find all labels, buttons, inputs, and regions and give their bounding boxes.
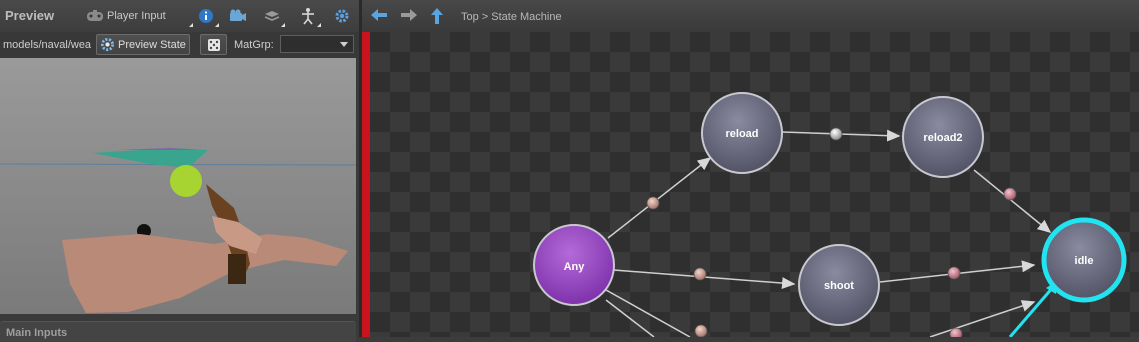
matgrp-select[interactable] (280, 35, 354, 53)
matgrp-label: MatGrp: (234, 39, 274, 51)
chevron-down-icon (340, 42, 348, 47)
selection-pointer (1008, 280, 1058, 337)
transition-handle[interactable] (949, 327, 963, 337)
skeleton-icon[interactable] (298, 6, 321, 27)
layers-icon[interactable] (262, 6, 285, 27)
model-render (0, 148, 356, 313)
preview-header: Preview Player Input (0, 0, 359, 33)
model-preview-viewport[interactable] (0, 58, 356, 314)
transition-reload-reload2[interactable] (781, 127, 901, 142)
model-path-label: models/naval/wea (3, 39, 92, 51)
transition-handle[interactable] (1003, 187, 1017, 201)
main-inputs-label: Main Inputs (6, 327, 68, 339)
dice-icon (207, 38, 221, 55)
up-arrow-icon[interactable] (430, 7, 444, 28)
forward-arrow-icon[interactable] (400, 8, 418, 25)
transition-handle[interactable] (829, 127, 843, 141)
breadcrumb[interactable]: Top > State Machine (461, 11, 562, 23)
dropdown-corner-icon[interactable] (170, 6, 193, 27)
camera-icon[interactable] (228, 6, 248, 26)
state-graph: reload reload2 Any shoot idle (533, 92, 1127, 337)
transition-lower-idle[interactable] (929, 300, 1036, 337)
transition-any-lower[interactable] (605, 289, 708, 337)
graph-boundary-bar (362, 32, 370, 337)
transition-handle[interactable] (646, 196, 660, 210)
state-node-label: idle (1075, 255, 1094, 267)
preview-state-label: Preview State (118, 39, 186, 51)
state-machine-canvas[interactable]: reload reload2 Any shoot idle (370, 32, 1139, 337)
transition-any-shoot[interactable] (613, 267, 796, 290)
state-node-shoot[interactable]: shoot (798, 244, 880, 326)
state-node-label: reload (725, 128, 758, 140)
preview-title: Preview (5, 8, 55, 23)
settings-gear-icon[interactable] (332, 6, 352, 26)
main-inputs-section[interactable]: Main Inputs (0, 321, 356, 342)
transition-handle[interactable] (947, 266, 961, 280)
state-node-reload[interactable]: reload (701, 92, 783, 174)
info-icon[interactable] (196, 6, 219, 27)
back-arrow-icon[interactable] (370, 8, 388, 25)
preview-state-button[interactable]: Preview State (96, 34, 190, 55)
state-node-any[interactable]: Any (533, 224, 615, 306)
transition-handle[interactable] (694, 324, 708, 337)
transition-handle[interactable] (693, 267, 707, 281)
player-input-label[interactable]: Player Input (107, 10, 166, 22)
state-node-label: Any (564, 261, 586, 273)
transition-reload2-idle[interactable] (973, 169, 1052, 233)
randomize-button[interactable] (200, 34, 227, 55)
state-node-idle[interactable]: idle (1041, 217, 1127, 303)
gear-icon (100, 37, 115, 55)
state-node-label: reload2 (923, 132, 962, 144)
transition-shoot-idle[interactable] (879, 260, 1036, 283)
state-node-label: shoot (824, 280, 854, 292)
transition-any-reload[interactable] (607, 157, 712, 239)
gamepad-icon[interactable] (85, 6, 105, 26)
state-node-reload2[interactable]: reload2 (902, 96, 984, 178)
